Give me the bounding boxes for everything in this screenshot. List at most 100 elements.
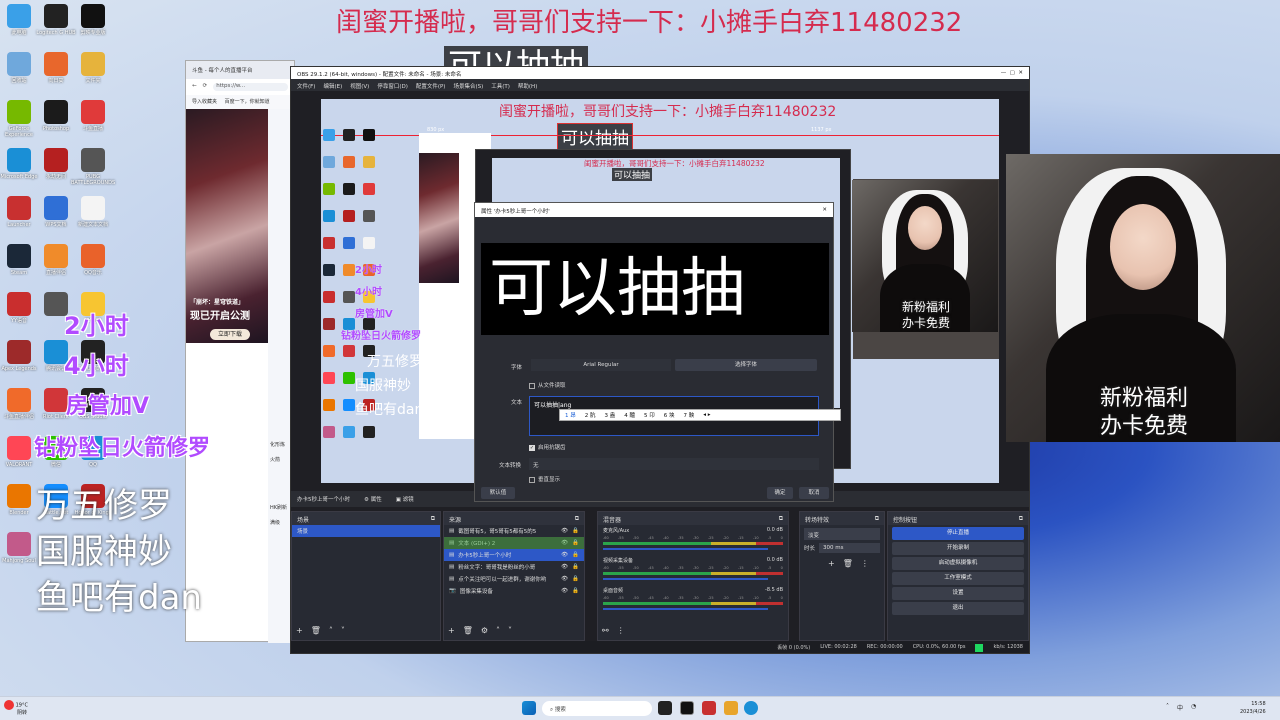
taskbar-search[interactable]: ⌕ 搜索: [542, 701, 652, 716]
transform-select[interactable]: 无: [529, 458, 819, 470]
menu-item[interactable]: 配置文件(P): [416, 82, 446, 90]
vertical-checkbox[interactable]: 垂直显示: [529, 475, 560, 483]
ime-candidate[interactable]: 3 盎: [605, 411, 616, 419]
add-scene-icon[interactable]: +: [296, 626, 303, 635]
ime-candidate[interactable]: 5 卬: [644, 411, 655, 419]
visibility-icon[interactable]: 👁: [561, 540, 568, 546]
game-ad-banner[interactable]: 「崩坏：星穹铁道」 现已开启公测 立即下载: [186, 109, 268, 343]
undock-icon[interactable]: ⧉: [875, 515, 879, 522]
transition-menu-icon[interactable]: ⋮: [861, 559, 869, 568]
visibility-icon[interactable]: 👁: [561, 576, 568, 582]
weather-widget[interactable]: 19°C 阴转: [4, 700, 28, 717]
desktop-icon[interactable]: 斗鱼直播: [71, 100, 115, 132]
remove-scene-icon[interactable]: 🗑: [311, 626, 321, 635]
source-item[interactable]: ▤ 文本 (GDI+) 2 👁 🔒: [444, 537, 584, 549]
menu-item[interactable]: 编辑(E): [323, 82, 342, 90]
back-icon[interactable]: ←: [192, 83, 197, 91]
dialog-close-icon[interactable]: ✕: [822, 207, 827, 213]
ime-candidate[interactable]: 6 坱: [664, 411, 675, 419]
lock-icon[interactable]: 🔒: [572, 564, 579, 570]
desktop-icon[interactable]: 剪映专业版: [71, 4, 115, 36]
visibility-icon[interactable]: 👁: [561, 564, 568, 570]
menu-item[interactable]: 视图(V): [350, 82, 369, 90]
control-button[interactable]: 工作室模式: [892, 572, 1024, 585]
filters-button[interactable]: ▣ 滤镜: [396, 495, 414, 503]
undock-icon[interactable]: ⧉: [779, 515, 783, 522]
transition-select[interactable]: 淡变: [804, 528, 880, 540]
menu-item[interactable]: 场景集合(S): [453, 82, 483, 90]
desktop-icon[interactable]: Mahjong Soul: [0, 532, 41, 564]
task-view-icon[interactable]: [658, 701, 672, 715]
window-controls[interactable]: — ▢ ✕: [1001, 70, 1023, 76]
menu-item[interactable]: 停靠窗口(D): [377, 82, 408, 90]
download-button[interactable]: 立即下载: [210, 329, 250, 340]
system-tray[interactable]: ˄ 中 ◔: [1166, 703, 1196, 712]
desktop-icon[interactable]: 新建文本文档: [71, 196, 115, 228]
scene-item[interactable]: 场景: [292, 525, 440, 537]
antialias-checkbox[interactable]: ✓ 启用抗锯齿: [529, 443, 566, 451]
edge-taskbar-icon[interactable]: [744, 701, 758, 715]
tray-up-icon[interactable]: ˄: [1166, 703, 1169, 712]
lock-icon[interactable]: 🔒: [572, 528, 579, 534]
lock-icon[interactable]: 🔒: [572, 552, 579, 558]
control-button[interactable]: 停止直播: [892, 527, 1024, 540]
volume-slider[interactable]: [603, 608, 768, 610]
source-item[interactable]: ▤ 办卡5秒上哥一个小时 👁 🔒: [444, 549, 584, 561]
volume-slider[interactable]: [603, 548, 768, 550]
desktop-icon[interactable]: PUBG BATTLEGROUNDS: [71, 148, 115, 186]
source-item[interactable]: ▤ 截图哥有5，哥5哥有5都有5的5 👁 🔒: [444, 525, 584, 537]
remove-source-icon[interactable]: 🗑: [463, 626, 473, 635]
bookmark-import[interactable]: 导入收藏夹: [192, 99, 217, 105]
lock-icon[interactable]: 🔒: [572, 540, 579, 546]
app-taskbar-icon-2[interactable]: [724, 701, 738, 715]
cancel-button[interactable]: 取消: [799, 487, 829, 499]
add-transition-icon[interactable]: +: [828, 559, 835, 568]
ime-candidate[interactable]: 1 昂: [565, 411, 576, 419]
from-file-checkbox[interactable]: 从文件读取: [529, 381, 566, 389]
duration-input[interactable]: 300 ms: [819, 543, 880, 553]
ime-candidate[interactable]: 2 肮: [585, 411, 596, 419]
lock-icon[interactable]: 🔒: [572, 588, 579, 594]
source-up-icon[interactable]: ˄: [496, 626, 500, 635]
lock-icon[interactable]: 🔒: [572, 576, 579, 582]
obs-taskbar-icon[interactable]: [680, 701, 694, 715]
source-item[interactable]: ▤ 粉丝文字：哥哥我是粉丝的小哥 👁 🔒: [444, 561, 584, 573]
address-bar[interactable]: https://w...: [213, 83, 288, 91]
desktop-icon[interactable]: QQ音乐: [71, 244, 115, 276]
visibility-icon[interactable]: 👁: [561, 528, 568, 534]
bookmark-baidu[interactable]: 百度一下，你就知道: [225, 99, 270, 105]
mixer-link-icon[interactable]: ⚯: [602, 626, 609, 635]
source-settings-icon[interactable]: ⚙: [481, 626, 488, 635]
ime-candidate[interactable]: 7 軮: [684, 411, 695, 419]
control-button[interactable]: 退出: [892, 602, 1024, 615]
properties-button[interactable]: ⚙ 属性: [364, 495, 382, 503]
desktop-icon[interactable]: 文件夹: [71, 52, 115, 84]
control-button[interactable]: 启动虚拟摄像机: [892, 557, 1024, 570]
undock-icon[interactable]: ⧉: [1019, 515, 1023, 522]
browser-tab[interactable]: 斗鱼 - 每个人的直播平台: [192, 68, 252, 74]
visibility-icon[interactable]: 👁: [561, 552, 568, 558]
start-icon[interactable]: [522, 701, 536, 715]
ok-button[interactable]: 确定: [767, 487, 793, 499]
source-down-icon[interactable]: ˅: [508, 626, 512, 635]
undock-icon[interactable]: ⧉: [431, 515, 435, 522]
source-item[interactable]: 📷 图像采集设备 👁 🔒: [444, 585, 584, 597]
undock-icon[interactable]: ⧉: [575, 515, 579, 522]
control-button[interactable]: 设置: [892, 587, 1024, 600]
menu-item[interactable]: 工具(T): [491, 82, 510, 90]
add-source-icon[interactable]: +: [448, 626, 455, 635]
refresh-icon[interactable]: ⟳: [203, 83, 208, 91]
wifi-icon[interactable]: ◔: [1191, 703, 1196, 712]
ime-candidate[interactable]: 4 醠: [624, 411, 635, 419]
mixer-menu-icon[interactable]: ⋮: [617, 626, 625, 635]
choose-font-button[interactable]: 选择字体: [675, 359, 817, 371]
defaults-button[interactable]: 默认值: [481, 487, 515, 499]
menu-item[interactable]: 帮助(H): [518, 82, 537, 90]
ime-page-nav-icon[interactable]: ◂ ▸: [703, 412, 710, 418]
move-down-icon[interactable]: ˅: [341, 626, 345, 635]
remove-transition-icon[interactable]: 🗑: [843, 559, 853, 568]
visibility-icon[interactable]: 👁: [561, 588, 568, 594]
clock[interactable]: 15:58 2023/4/26: [1240, 700, 1266, 716]
ime-indicator[interactable]: 中: [1177, 703, 1183, 712]
move-up-icon[interactable]: ˄: [329, 626, 333, 635]
